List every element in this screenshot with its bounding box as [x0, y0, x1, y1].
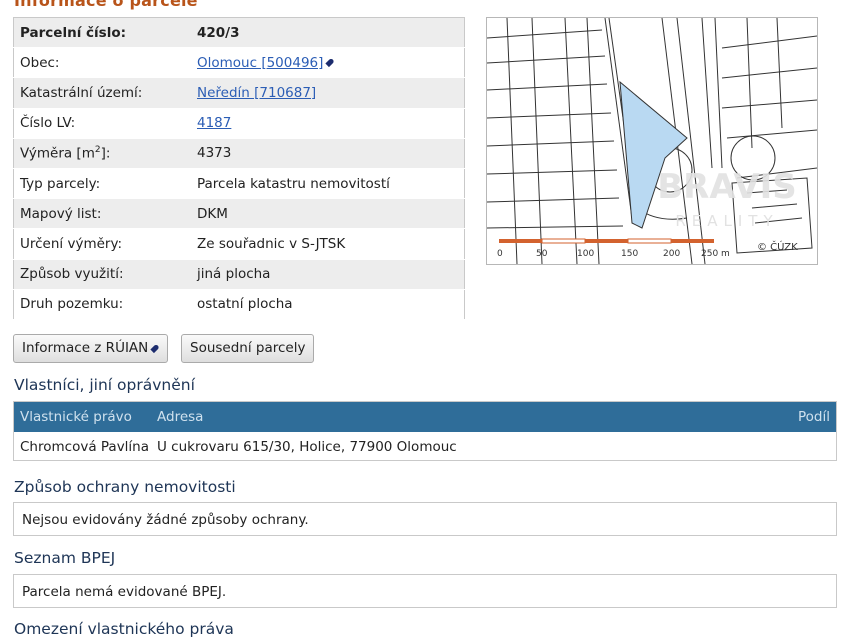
table-row: Číslo LV: 4187 [13, 108, 465, 139]
cadastral-map[interactable]: BRAVIS REALITY 0 50 100 150 200 250 m © … [486, 17, 818, 265]
table-row: Katastrální území: Neředín [710687] [13, 77, 465, 109]
obec-link[interactable]: Olomouc [500496] [197, 55, 323, 71]
map-drawing: BRAVIS REALITY 0 50 100 150 200 250 m © … [486, 17, 818, 265]
row-label: Číslo LV: [13, 108, 191, 139]
row-label: Určení výměry: [13, 228, 191, 260]
pencil-icon [150, 343, 160, 353]
svg-text:0: 0 [497, 249, 503, 259]
map-scale-bar: 0 50 100 150 200 250 m [497, 238, 730, 259]
table-row: Druh pozemku: ostatní plocha [13, 289, 465, 320]
map-watermark: BRAVIS [657, 167, 797, 207]
row-label: Katastrální území: [13, 77, 191, 109]
row-value: DKM [191, 198, 465, 230]
map-watermark-sub: REALITY [675, 212, 778, 230]
map-copyright: © ČÚZK [757, 240, 798, 253]
svg-text:200: 200 [663, 249, 680, 259]
neighbor-parcels-button[interactable]: Sousední parcely [181, 334, 315, 363]
svg-text:100: 100 [577, 249, 594, 259]
table-row: Určení výměry: Ze souřadnic v S-JTSK [13, 228, 465, 260]
row-value: Ze souřadnic v S-JTSK [191, 228, 465, 260]
bpej-box: Parcela nemá evidované BPEJ. [13, 574, 837, 608]
table-row: Typ parcely: Parcela katastru nemovitost… [13, 168, 465, 200]
protection-box: Nejsou evidovány žádné způsoby ochrany. [13, 502, 837, 536]
col-address: Adresa [157, 409, 204, 425]
col-ownership: Vlastnické právo [20, 409, 132, 425]
row-value: ostatní plocha [191, 289, 465, 320]
protection-section-title: Způsob ochrany nemovitosti [14, 478, 236, 496]
lv-link[interactable]: 4187 [197, 115, 231, 131]
table-row: Mapový list: DKM [13, 198, 465, 230]
page-title: Informace o parcele [14, 0, 198, 10]
row-label: Typ parcely: [13, 168, 191, 200]
svg-text:50: 50 [536, 249, 548, 259]
table-row: Parcelní číslo: 420/3 [13, 17, 465, 49]
row-value: jiná plocha [191, 259, 465, 290]
row-label: Výměra [m2]: [13, 138, 191, 169]
svg-text:250 m: 250 m [701, 249, 730, 259]
restrictions-section-title: Omezení vlastnického práva [14, 620, 234, 638]
owners-section-title: Vlastníci, jiní oprávnění [14, 376, 195, 394]
owners-table: Vlastnické právo Adresa Podíl Chromcová … [13, 401, 837, 461]
row-label: Způsob využití: [13, 259, 191, 290]
row-label: Mapový list: [13, 198, 191, 230]
table-row: Výměra [m2]: 4373 [13, 138, 465, 169]
owner-address: U cukrovaru 615/30, Holice, 77900 Olomou… [157, 439, 457, 455]
table-row: Obec: Olomouc [500496] [13, 47, 465, 79]
svg-text:150: 150 [621, 249, 638, 259]
owner-name: Chromcová Pavlína [20, 439, 150, 455]
row-value: Parcela katastru nemovitostí [191, 168, 465, 200]
bpej-section-title: Seznam BPEJ [14, 549, 116, 567]
row-label: Obec: [13, 47, 191, 79]
row-label: Druh pozemku: [13, 289, 191, 320]
table-row: Chromcová Pavlína U cukrovaru 615/30, Ho… [14, 432, 836, 461]
parcel-info-table: Parcelní číslo: 420/3 Obec: Olomouc [500… [13, 17, 465, 320]
row-value: 420/3 [191, 17, 465, 49]
row-value: 4373 [191, 138, 465, 169]
row-label: Parcelní číslo: [13, 17, 191, 49]
ruian-info-button[interactable]: Informace z RÚIAN [13, 334, 169, 363]
table-row: Způsob využití: jiná plocha [13, 259, 465, 290]
cadastral-area-link[interactable]: Neředín [710687] [197, 85, 316, 101]
owners-header: Vlastnické právo Adresa Podíl [14, 402, 836, 432]
pencil-icon[interactable] [325, 58, 335, 68]
col-share: Podíl [798, 409, 830, 425]
